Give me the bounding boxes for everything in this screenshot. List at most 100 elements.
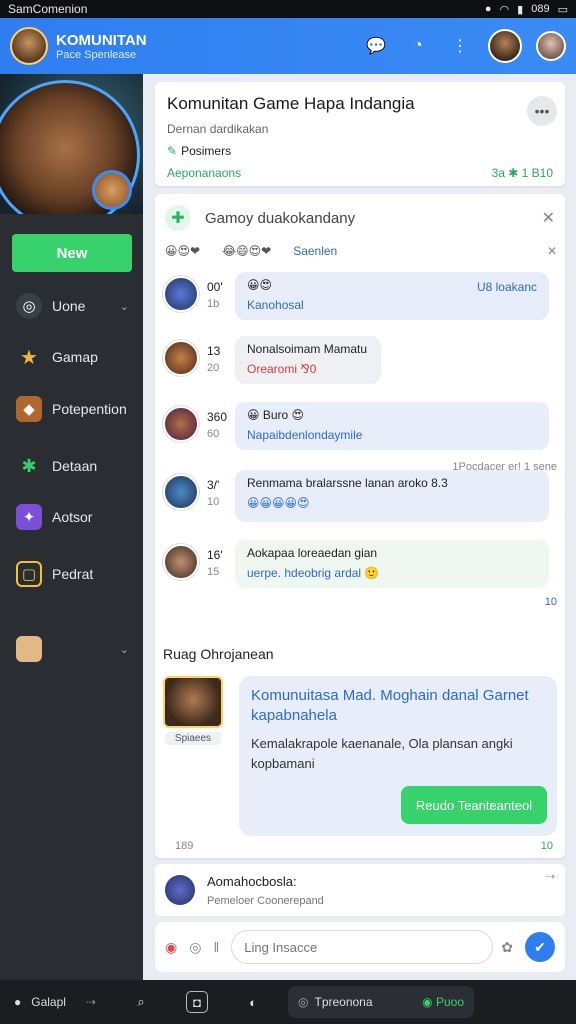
- more-vertical-icon[interactable]: ⋮: [446, 32, 474, 60]
- square-icon[interactable]: ◘: [186, 991, 208, 1013]
- square-icon: ▢: [16, 561, 42, 587]
- record-icon[interactable]: ◉: [165, 939, 177, 956]
- message-composer: ◉ ◎ ‖ ✿ ✔: [155, 922, 565, 972]
- post-tag: ✎ Posimers: [167, 144, 553, 158]
- avatar[interactable]: [163, 544, 199, 580]
- more-horizontal-icon[interactable]: •••: [527, 96, 557, 126]
- close-icon[interactable]: ✕: [547, 244, 557, 258]
- leaf-icon: ✎: [167, 144, 178, 158]
- header-subtitle: Pace Spenlease: [56, 48, 137, 61]
- sidebar-item-potepention[interactable]: ◆ Potepention: [0, 389, 143, 429]
- reaction-row: 😀😍❤ 😂😄😍❤ Saenlen ✕: [165, 240, 557, 262]
- featured-title: Komunuitasa Mad. Moghain danal Garnet ka…: [251, 687, 529, 724]
- pause-icon[interactable]: ‖: [213, 939, 219, 955]
- chat-bubble-icon[interactable]: 💬: [362, 32, 390, 60]
- message-text: Renmama bralarssne lanan aroko 8.3: [247, 476, 448, 490]
- sidebar-item-pedrat[interactable]: ▢ Pedrat: [0, 554, 143, 594]
- post-footer: Aeponanaons 3a ✱ 1 B10: [167, 166, 553, 180]
- hero-badge-avatar[interactable]: [92, 170, 132, 210]
- sidebar-item-detaan[interactable]: ✱ Detaan: [0, 446, 143, 486]
- status-left-text: SamComenion: [8, 2, 88, 16]
- chat-like-count[interactable]: 10: [545, 596, 557, 608]
- message-input[interactable]: [231, 930, 494, 964]
- chat-message[interactable]: 13 20 Nonalsoimam Mamatu Orearomi ⅋0: [163, 336, 557, 392]
- post-footer-left[interactable]: Aeponanaons: [167, 166, 241, 180]
- chat-search-placeholder[interactable]: Gamoy duakokandany: [205, 210, 355, 227]
- battery-icon: ▭: [557, 3, 568, 16]
- sidebar-item-uone[interactable]: ◎ Uone ⌄: [0, 286, 143, 326]
- plus-icon[interactable]: ✚: [165, 205, 191, 231]
- bolt-icon[interactable]: ◐: [242, 991, 264, 1013]
- avatar[interactable]: [163, 406, 199, 442]
- record-icon: ●: [484, 3, 492, 15]
- message-emoji: 😀😀😀😀😍: [247, 496, 310, 510]
- post-tag-label: Posimers: [181, 144, 232, 158]
- search-icon[interactable]: ⌕: [130, 991, 152, 1013]
- sidebar-item-profile[interactable]: ⌄: [0, 629, 143, 669]
- profile-avatar[interactable]: [536, 31, 566, 61]
- sidebar-item-label: Pedrat: [52, 566, 94, 582]
- status-right-text: 089: [531, 3, 550, 15]
- emoji-icon[interactable]: ◎: [189, 939, 201, 956]
- sticker-icon[interactable]: ✿: [501, 939, 513, 956]
- clock-icon[interactable]: ◔: [404, 32, 432, 60]
- close-icon[interactable]: ✕: [542, 208, 555, 228]
- featured-count-right[interactable]: 10: [541, 840, 553, 852]
- chat-message[interactable]: 3/' 10 Renmama bralarssne lanan aroko 8.…: [163, 470, 557, 526]
- chat-meta-text: 1Pocdacer er! 1 sene: [452, 461, 557, 473]
- game-icon: ◆: [16, 396, 42, 422]
- status-pill[interactable]: ◎ Tpreonona ◉ Puoo: [288, 986, 474, 1018]
- avatar[interactable]: [163, 474, 199, 510]
- sidebar-item-aotsor[interactable]: ✦ Aotsor: [0, 497, 143, 537]
- reaction-group[interactable]: 😀😍❤: [165, 244, 200, 258]
- avatar[interactable]: [163, 276, 199, 312]
- featured-body: Kemalakrapole kaenanale, Ola plansan ang…: [251, 736, 513, 771]
- reaction-group[interactable]: 😂😄😍❤: [222, 244, 271, 258]
- sidebar-item-label: Detaan: [52, 458, 98, 474]
- chevron-down-icon: ⌄: [119, 300, 129, 313]
- message-sub: 15: [207, 566, 220, 578]
- featured-avatar[interactable]: [163, 676, 223, 728]
- star-icon: ★: [20, 346, 38, 369]
- send-icon[interactable]: ✔: [525, 932, 555, 962]
- status-pill-text: Puoo: [435, 995, 464, 1009]
- message-link[interactable]: Napaibdenlondaymile: [247, 428, 537, 442]
- feed-item[interactable]: Aomahocbosla: Pemeloer Coonerepand ⇢: [155, 864, 565, 916]
- app-header: KOMUNITAN Pace Spenlease 💬 ◔ ⋮: [0, 18, 576, 74]
- chevron-down-icon: ⌄: [119, 643, 129, 656]
- status-pill-label: Tpreonona: [314, 995, 373, 1009]
- info-icon: ◎: [298, 995, 309, 1009]
- status-bar: SamComenion ● ◠ ▮ 089 ▭: [0, 0, 576, 18]
- message-text: Nonalsoimam Mamatu: [247, 342, 368, 356]
- feed-item-title: Aomahocbosla:: [207, 873, 297, 889]
- post-footer-right: 3a ✱ 1 B10: [491, 166, 553, 180]
- chat-message[interactable]: 360 60 😀 Buro 😍 Napaibdenlondaymile: [163, 402, 557, 458]
- chat-message[interactable]: 00' 1b 😀😍 Kanohosal U8 loakanc: [163, 272, 557, 328]
- community-avatar[interactable]: [10, 27, 48, 65]
- pin-icon[interactable]: ⇢: [546, 870, 555, 883]
- sidebar-item-label: Gamap: [52, 349, 98, 365]
- sidebar-item-gamap[interactable]: ★ Gamap: [0, 337, 143, 377]
- message-link[interactable]: Orearomi ⅋0: [247, 362, 369, 376]
- featured-cta-button[interactable]: Reudo Teanteanteol: [401, 786, 547, 824]
- message-bubble: Aokapaa loreaedan gian uerpe. hdeobrig a…: [235, 540, 549, 588]
- chat-message[interactable]: 16' 15 Aokapaa loreaedan gian uerpe. hde…: [163, 540, 557, 596]
- post-title: Komunitan Game Hapa Indangia: [167, 94, 415, 113]
- user-avatar[interactable]: [488, 29, 522, 63]
- new-button[interactable]: New: [12, 234, 132, 272]
- message-count: 13: [207, 344, 221, 358]
- avatar[interactable]: [165, 875, 195, 905]
- bottom-left-label[interactable]: Galapl: [31, 995, 66, 1009]
- reaction-label[interactable]: Saenlen: [293, 244, 337, 258]
- message-count: 00': [207, 280, 223, 294]
- post-card[interactable]: Komunitan Game Hapa Indangia Dernan dard…: [155, 82, 565, 186]
- message-link[interactable]: Kanohosal: [247, 298, 537, 312]
- chat-search-bar: ✚ Gamoy duakokandany ✕: [155, 200, 565, 236]
- main-content: Komunitan Game Hapa Indangia Dernan dard…: [143, 74, 576, 980]
- asterisk-icon: ✱: [21, 455, 37, 476]
- message-link[interactable]: uerpe. hdeobrig ardal 🙂: [247, 566, 537, 580]
- bottom-bar: ● Galapl ⇢ ⌕ ◘ ◐ ◎ Tpreonona ◉ Puoo: [0, 980, 576, 1024]
- avatar[interactable]: [163, 340, 199, 376]
- app-logo-icon[interactable]: ●: [14, 995, 21, 1009]
- featured-message[interactable]: Spiaees Komunuitasa Mad. Moghain danal G…: [163, 676, 557, 852]
